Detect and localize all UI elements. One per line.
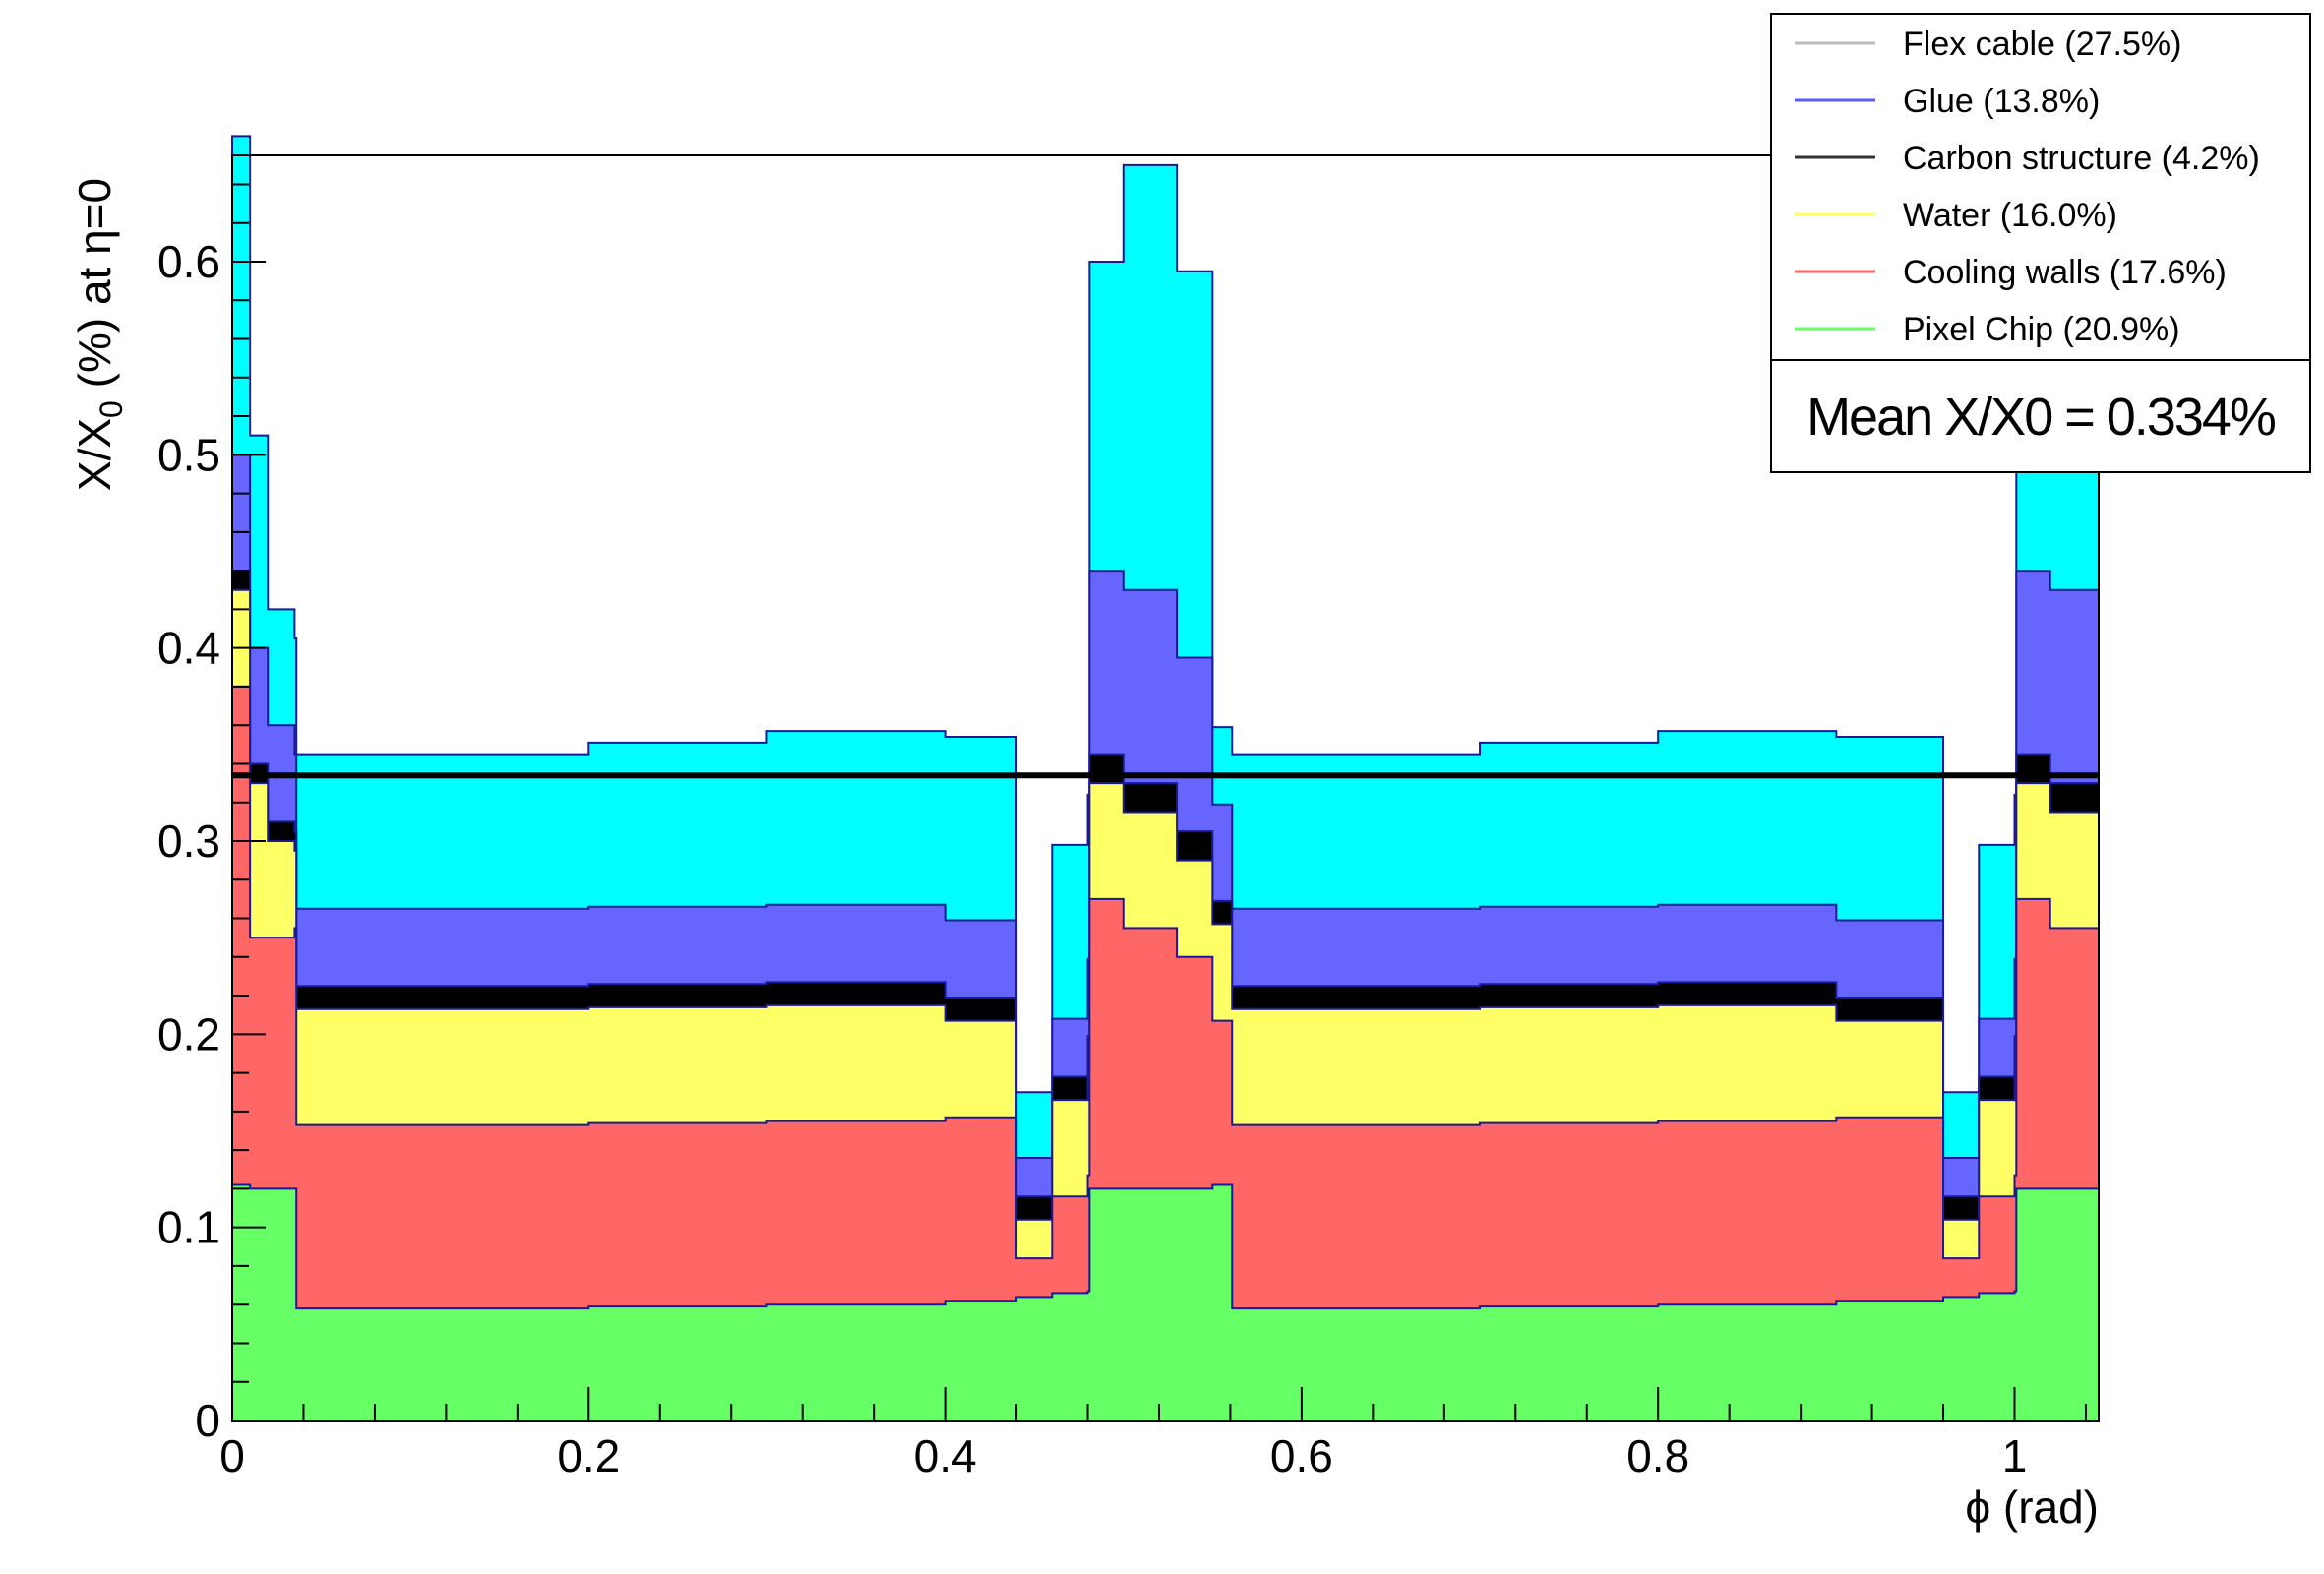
y-tick-label: 0.4 xyxy=(157,623,220,674)
legend-label: Carbon structure (4.2%) xyxy=(1903,140,2260,177)
x-tick-label: 0 xyxy=(219,1430,245,1482)
y-tick-label: 0.6 xyxy=(157,236,220,287)
legend-label: Glue (13.8%) xyxy=(1903,83,2100,120)
legend-label: Flex cable (27.5%) xyxy=(1903,26,2181,63)
x-tick-label: 0.2 xyxy=(557,1430,620,1482)
legend-label: Pixel Chip (20.9%) xyxy=(1903,311,2180,348)
x-tick-label: 0.8 xyxy=(1626,1430,1689,1482)
legend-label: Cooling walls (17.6%) xyxy=(1903,254,2227,291)
y-tick-label: 0.1 xyxy=(157,1202,220,1253)
y-tick-label: 0.3 xyxy=(157,816,220,867)
legend-label: Water (16.0%) xyxy=(1903,197,2117,234)
x-tick-label: 0.4 xyxy=(914,1430,977,1482)
x-tick-label: 0.6 xyxy=(1270,1430,1333,1482)
y-axis-title: X/X0 (%) at η=0 xyxy=(69,178,129,491)
mean-label: Mean X/X0 = 0.334% xyxy=(1806,388,2276,447)
y-tick-label: 0 xyxy=(195,1395,220,1446)
y-tick-label: 0.2 xyxy=(157,1008,220,1059)
y-tick-label: 0.5 xyxy=(157,429,220,480)
x-tick-label: 1 xyxy=(2002,1430,2028,1482)
x-axis-title: ϕ (rad) xyxy=(1965,1482,2099,1533)
material-budget-chart: 0 0.1 0.2 0.3 0.4 0.5 0.6 0 0.2 0.4 0.6 0.8 1 X/X0 … xyxy=(69,13,2311,1533)
legend: Flex cable (27.5%) Glue (13.8%) Carbon str… xyxy=(1770,13,2311,473)
